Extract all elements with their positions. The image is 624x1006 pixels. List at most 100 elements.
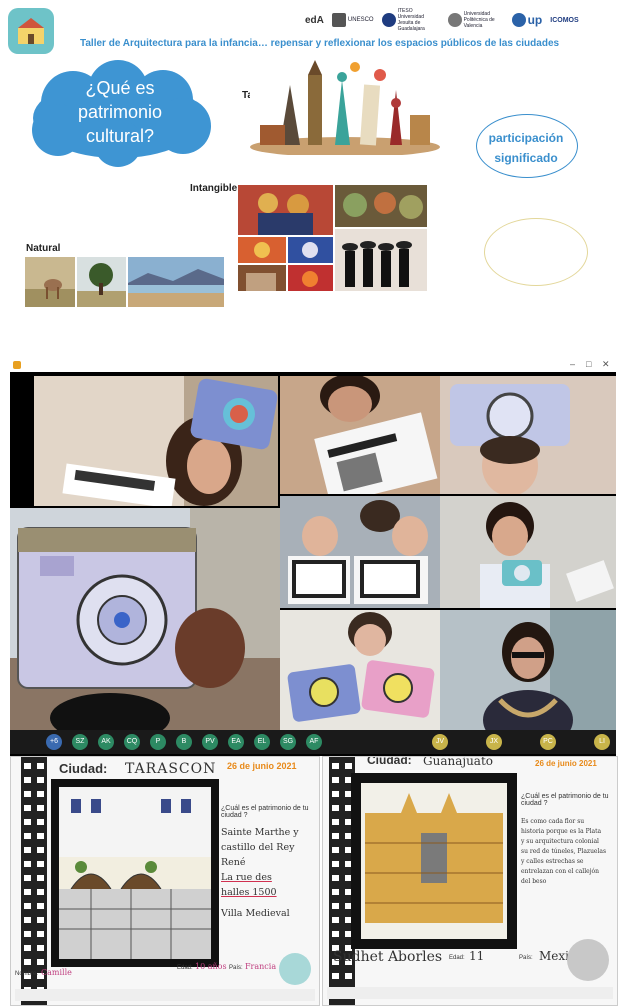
participant-avatar[interactable]: CQ: [124, 734, 140, 750]
film-hole: [332, 819, 339, 825]
film-hole: [24, 833, 31, 839]
participant-avatar[interactable]: LI: [594, 734, 610, 750]
film-hole: [332, 791, 339, 797]
film-hole: [24, 959, 31, 965]
film-hole: [345, 973, 352, 979]
window-titlebar: – □ ✕: [10, 358, 616, 372]
video-call-window: – □ ✕ +6 SZ AK CQ P B PV EA EL SG AF JV JX PC LI: [10, 358, 616, 756]
film-hole: [332, 763, 339, 769]
partner-logo: edA: [305, 14, 324, 26]
film-hole: [332, 805, 339, 811]
answer-box: Es como cada flor su historia porque es …: [521, 817, 615, 887]
slide-panel: edA UNESCO ITESO Universidad Jesuita de …: [0, 0, 624, 355]
age-value: 11: [469, 949, 485, 963]
participant-avatar[interactable]: JX: [486, 734, 502, 750]
participant-avatar[interactable]: AF: [306, 734, 322, 750]
film-hole: [37, 791, 44, 797]
answer-line: entrelazan con el callejón: [521, 868, 600, 875]
video-tile[interactable]: [10, 508, 280, 733]
film-hole: [37, 945, 44, 951]
film-hole: [332, 847, 339, 853]
answer-line: y calles estrechas se: [521, 858, 584, 865]
participant-avatar[interactable]: AK: [98, 734, 114, 750]
video-tile[interactable]: [280, 610, 440, 730]
answer-line: del beso: [521, 878, 547, 885]
film-hole: [37, 847, 44, 853]
film-hole: [332, 875, 339, 881]
partner-logo: Universidad Politécnica de Valencia: [447, 11, 504, 29]
participant-avatar[interactable]: EA: [228, 734, 244, 750]
cloud-text-line: ¿Qué es: [85, 78, 155, 98]
film-hole: [24, 777, 31, 783]
film-hole: [37, 819, 44, 825]
film-hole: [24, 861, 31, 867]
video-tile[interactable]: [440, 610, 616, 730]
worksheet-left: Ciudad: TARASCON 26 de junio 2021 ¿Cuál …: [10, 756, 320, 1006]
city-label: Ciudad:: [367, 756, 412, 767]
dance-photo: [238, 237, 286, 263]
film-hole: [37, 833, 44, 839]
ellipse-text-line: significado: [494, 151, 558, 165]
video-tile[interactable]: [440, 376, 616, 494]
film-hole: [332, 903, 339, 909]
age-label: Edad:: [177, 965, 193, 971]
film-hole: [37, 777, 44, 783]
participant-avatar[interactable]: SG: [280, 734, 296, 750]
cloud-text-line: cultural?: [85, 126, 155, 146]
deer-photo: [25, 257, 75, 307]
worksheet-right: Ciudad: Guanajuato 26 de junio 2021 ¿Cuá…: [322, 756, 618, 1006]
participant-avatar[interactable]: PV: [202, 734, 218, 750]
dancers-photo: [288, 237, 333, 263]
participant-avatar[interactable]: B: [176, 734, 192, 750]
film-hole: [37, 959, 44, 965]
participant-avatar[interactable]: JV: [432, 734, 448, 750]
participant-avatar[interactable]: SZ: [72, 734, 88, 750]
film-hole: [24, 945, 31, 951]
cloud-question: ¿Qué es patrimonio cultural?: [60, 76, 180, 148]
country-value: Francia: [245, 962, 277, 971]
partner-logos-footer: [15, 989, 315, 1001]
festival-photo: [238, 185, 333, 235]
landmarks-collage-image: [250, 55, 440, 155]
video-tile[interactable]: [440, 496, 616, 608]
cloud-text-line: patrimonio: [77, 102, 163, 122]
drawing-frame: [51, 779, 219, 967]
film-hole: [37, 805, 44, 811]
answer-line: su red de túneles, Plazuelas: [521, 848, 607, 855]
celebration-photo: [288, 265, 333, 291]
close-icon[interactable]: ✕: [602, 359, 610, 370]
ellipse-text-line: participación: [488, 131, 564, 145]
answer-line: historia porque es la Plata: [521, 828, 602, 835]
answer-line: Villa Medieval: [221, 908, 290, 919]
film-hole: [24, 917, 31, 923]
question-text: ¿Cuál es el patrimonio de tu ciudad ?: [221, 805, 309, 819]
video-tile[interactable]: [34, 376, 278, 506]
answer-line: Es como cada flor su: [521, 818, 585, 825]
workshop-logo-small: [567, 939, 609, 981]
participant-avatar[interactable]: P: [150, 734, 166, 750]
film-hole: [24, 847, 31, 853]
name-value: Sudhet Aborles: [333, 949, 443, 965]
maximize-icon[interactable]: □: [586, 359, 591, 369]
minimize-icon[interactable]: –: [570, 359, 575, 369]
participant-avatar[interactable]: PC: [540, 734, 556, 750]
country-label: País:: [229, 965, 243, 971]
film-hole: [332, 889, 339, 895]
label-natural: Natural: [26, 243, 61, 254]
film-hole: [37, 931, 44, 937]
label-intangible: Intangible: [190, 183, 238, 194]
mariachi-photo: [335, 229, 427, 291]
film-hole: [332, 833, 339, 839]
film-hole: [345, 763, 352, 769]
film-hole: [37, 889, 44, 895]
food-photo: [335, 185, 427, 227]
ellipse-text: participación significado: [476, 128, 576, 168]
participant-avatar[interactable]: +6: [46, 734, 62, 750]
film-hole: [24, 889, 31, 895]
name-label: Nombre:: [15, 971, 39, 977]
video-tile[interactable]: [280, 376, 440, 494]
participant-avatar[interactable]: EL: [254, 734, 270, 750]
drawing-frame: [351, 773, 517, 949]
partner-logos: edA UNESCO ITESO Universidad Jesuita de …: [305, 8, 579, 32]
video-tile[interactable]: [280, 496, 440, 608]
